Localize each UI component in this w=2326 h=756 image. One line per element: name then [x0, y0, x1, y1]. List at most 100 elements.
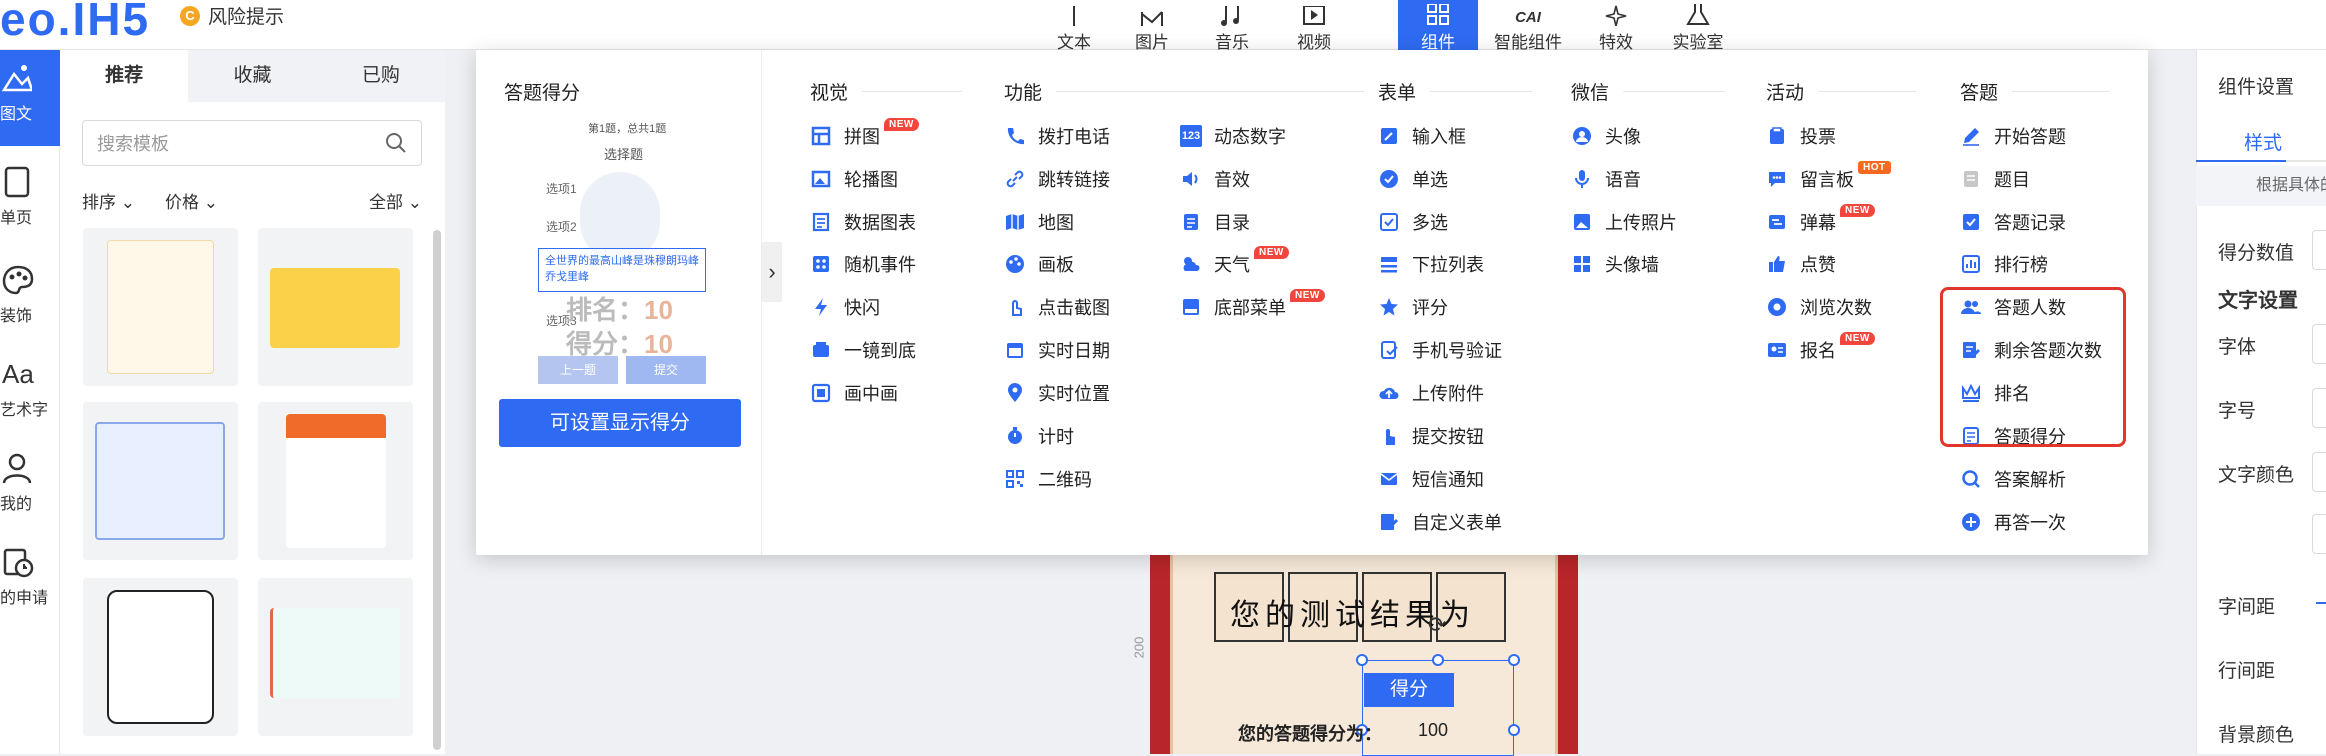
item-dynamic-number[interactable]: 123 动态数字 [1180, 123, 1286, 149]
item-random-event[interactable]: 随机事件 [810, 251, 916, 277]
item-link[interactable]: 跳转链接 [1004, 166, 1110, 192]
tab-recommend[interactable]: 推荐 [60, 50, 189, 102]
danmaku-icon [1766, 211, 1788, 233]
item-signup[interactable]: 报名 NEW [1766, 331, 1875, 363]
resize-handle[interactable] [1508, 724, 1520, 736]
item-start-quiz[interactable]: 开始答题 [1960, 123, 2066, 149]
item-upload-file[interactable]: 上传附件 [1378, 380, 1484, 406]
sort-dropdown[interactable]: 排序 ⌄ [82, 188, 135, 213]
item-multi-choice[interactable]: 多选 [1378, 209, 1448, 235]
magnifier-icon [1960, 468, 1982, 490]
item-submit-button[interactable]: 提交按钮 [1378, 423, 1484, 449]
text-color-picker[interactable] [2312, 452, 2326, 492]
item-data-chart[interactable]: 数据图表 [810, 209, 916, 235]
item-vote[interactable]: 投票 [1766, 123, 1836, 149]
calendar-icon [1004, 339, 1026, 361]
score-value-input[interactable] [2312, 230, 2326, 270]
item-retry[interactable]: 再答一次 [1960, 509, 2066, 535]
item-qrcode[interactable]: 二维码 [1004, 466, 1092, 492]
chevron-right-icon[interactable]: › [762, 242, 782, 302]
all-dropdown[interactable]: 全部 ⌄ [369, 188, 422, 213]
item-map[interactable]: 地图 [1004, 209, 1074, 235]
item-call[interactable]: 拨打电话 [1004, 123, 1110, 149]
tool-lab[interactable]: 实验室 [1656, 0, 1740, 52]
item-single-choice[interactable]: 单选 [1378, 166, 1448, 192]
item-danmaku[interactable]: 弹幕 NEW [1766, 203, 1875, 235]
resize-handle[interactable] [1508, 654, 1520, 666]
item-sms-notify[interactable]: 短信通知 [1378, 466, 1484, 492]
speaker-icon [1180, 168, 1202, 190]
item-realtime-date[interactable]: 实时日期 [1004, 337, 1110, 363]
item-one-shot[interactable]: 一镜到底 [810, 337, 916, 363]
item-sound-effect[interactable]: 音效 [1180, 166, 1250, 192]
item-view-count[interactable]: 浏览次数 [1766, 294, 1872, 320]
template-card[interactable] [83, 228, 238, 386]
item-flash[interactable]: 快闪 [810, 294, 880, 320]
item-rating[interactable]: 评分 [1378, 294, 1448, 320]
tool-effects[interactable]: 特效 [1578, 0, 1654, 52]
template-card[interactable] [258, 402, 413, 560]
rail-item-page[interactable]: 单页 [0, 160, 60, 250]
tool-smart-components[interactable]: CAI 智能组件 [1480, 0, 1576, 52]
template-search-input[interactable]: 搜索模板 [82, 120, 422, 166]
item-weather[interactable]: 天气 NEW [1180, 245, 1289, 277]
tool-text[interactable]: 文本 [1036, 0, 1112, 52]
template-scrollbar[interactable] [433, 230, 441, 750]
tab-purchased[interactable]: 已购 [316, 50, 445, 102]
item-upload-photo[interactable]: 上传照片 [1571, 209, 1677, 235]
risk-alert[interactable]: C 风险提示 [180, 2, 284, 29]
price-dropdown[interactable]: 价格 ⌄ [165, 188, 218, 213]
template-card[interactable] [258, 578, 413, 736]
item-click-screenshot[interactable]: 点击截图 [1004, 294, 1110, 320]
item-input-box[interactable]: 输入框 [1378, 123, 1466, 149]
template-card[interactable] [83, 402, 238, 560]
rail-item-art-text[interactable]: Aa 艺术字 [0, 352, 60, 442]
app-logo[interactable]: eo.IH5 [0, 0, 150, 46]
item-pip[interactable]: 画中画 [810, 380, 898, 406]
item-dropdown-list[interactable]: 下拉列表 [1378, 251, 1484, 277]
item-bottom-menu[interactable]: 底部菜单 NEW [1180, 288, 1325, 320]
score-button[interactable]: 得分 [1364, 673, 1454, 707]
item-puzzle[interactable]: 拼图 NEW [810, 117, 919, 149]
tab-favorites[interactable]: 收藏 [188, 50, 317, 102]
item-drawing-board[interactable]: 画板 [1004, 251, 1074, 277]
item-custom-form[interactable]: 自定义表单 [1378, 509, 1502, 535]
resize-handle[interactable] [1356, 654, 1368, 666]
item-voice[interactable]: 语音 [1571, 166, 1641, 192]
rail-item-graphics[interactable]: 图文 [0, 50, 60, 146]
rail-item-decor[interactable]: 装饰 [0, 258, 60, 348]
item-answer-explain[interactable]: 答案解析 [1960, 466, 2066, 492]
tool-components[interactable]: 组件 [1398, 0, 1478, 52]
item-leaderboard[interactable]: 排行榜 [1960, 251, 2048, 277]
item-avatar-wall[interactable]: 头像墙 [1571, 251, 1659, 277]
cloud-upload-icon [1378, 382, 1400, 404]
tool-image[interactable]: 图片 [1114, 0, 1190, 52]
template-card[interactable] [83, 578, 238, 736]
rail-item-mine[interactable]: 我的 [0, 446, 60, 536]
rotate-icon[interactable]: ⟳ [1428, 612, 1446, 638]
text-color-input[interactable] [2312, 514, 2326, 554]
item-carousel[interactable]: 轮播图 [810, 166, 898, 192]
font-select[interactable] [2312, 324, 2326, 364]
tool-video[interactable]: 视频 [1276, 0, 1352, 52]
font-size-input[interactable] [2312, 388, 2326, 428]
letter-spacing-slider[interactable] [2316, 602, 2326, 604]
pencil-icon [1960, 125, 1982, 147]
item-like[interactable]: 点赞 [1766, 251, 1836, 277]
result-text[interactable]: 您的测试结果为 [1230, 590, 1520, 634]
item-avatar[interactable]: 头像 [1571, 123, 1641, 149]
item-quiz-record[interactable]: 答题记录 [1960, 209, 2066, 235]
tool-music[interactable]: 音乐 [1194, 0, 1270, 52]
tab-style[interactable]: 样式 [2244, 128, 2282, 155]
item-message-board[interactable]: 留言板 HOT [1766, 160, 1891, 192]
item-catalog[interactable]: 目录 [1180, 209, 1250, 235]
preview-main-button[interactable]: 可设置显示得分 [499, 399, 741, 447]
item-phone-verify[interactable]: 手机号验证 [1378, 337, 1502, 363]
rail-item-apply[interactable]: 的申请 [0, 540, 60, 630]
row-score-value: 得分数值 [2218, 243, 2295, 264]
item-question[interactable]: 题目 [1960, 166, 2030, 192]
item-timer[interactable]: 计时 [1004, 423, 1074, 449]
item-realtime-location[interactable]: 实时位置 [1004, 380, 1110, 406]
resize-handle[interactable] [1432, 654, 1444, 666]
template-card[interactable] [258, 228, 413, 386]
